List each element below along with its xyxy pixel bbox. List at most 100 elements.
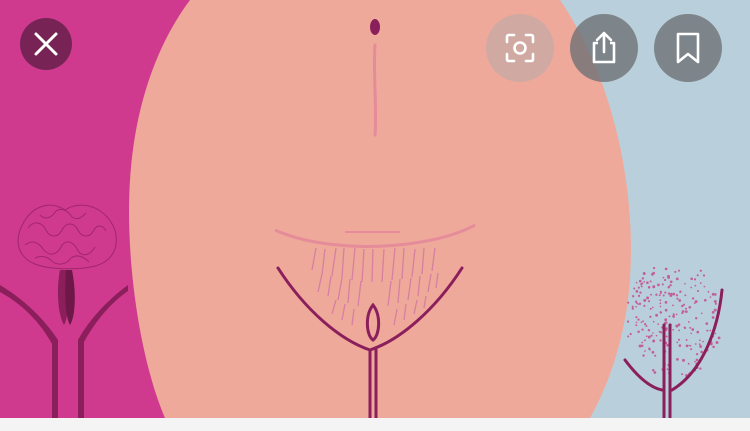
texture-dot bbox=[661, 283, 664, 286]
texture-dot bbox=[674, 270, 677, 273]
linea-line bbox=[372, 43, 378, 137]
texture-dot bbox=[715, 341, 719, 344]
texture-dot bbox=[646, 296, 650, 300]
texture-dot bbox=[626, 320, 630, 323]
texture-dot bbox=[664, 301, 668, 304]
texture-dot bbox=[669, 294, 673, 297]
texture-dot bbox=[644, 350, 646, 352]
texture-dot bbox=[696, 330, 700, 334]
texture-dot bbox=[635, 305, 638, 308]
texture-dot bbox=[649, 315, 652, 318]
texture-dot bbox=[690, 277, 694, 281]
texture-dot bbox=[714, 332, 717, 335]
texture-dot bbox=[675, 294, 679, 297]
texture-dot bbox=[643, 304, 646, 307]
close-button[interactable] bbox=[20, 18, 72, 70]
texture-dot bbox=[688, 344, 691, 347]
texture-dot bbox=[713, 299, 717, 303]
texture-dot bbox=[679, 290, 682, 293]
texture-dot bbox=[684, 294, 687, 297]
texture-dot bbox=[717, 336, 721, 340]
texture-dot bbox=[627, 335, 630, 338]
texture-dot bbox=[652, 266, 656, 270]
texture-dot bbox=[638, 302, 642, 305]
texture-dot bbox=[652, 320, 655, 323]
texture-dot bbox=[690, 286, 693, 289]
texture-dot bbox=[643, 339, 646, 342]
texture-dot bbox=[662, 276, 665, 279]
texture-dot bbox=[637, 286, 640, 289]
texture-dot bbox=[693, 302, 696, 305]
texture-dot bbox=[652, 285, 656, 289]
texture-dot bbox=[695, 317, 698, 320]
texture-dot bbox=[691, 297, 695, 300]
texture-dot bbox=[699, 367, 702, 370]
texture-dot bbox=[711, 316, 715, 319]
texture-dot bbox=[637, 318, 640, 321]
texture-dot bbox=[694, 284, 697, 287]
share-button[interactable] bbox=[570, 14, 638, 82]
texture-dot bbox=[699, 345, 703, 348]
bookmark-button[interactable] bbox=[654, 14, 722, 82]
texture-dot bbox=[664, 308, 668, 312]
texture-dot bbox=[677, 269, 681, 272]
texture-dot bbox=[659, 305, 662, 308]
texture-dot bbox=[689, 326, 692, 329]
texture-dot bbox=[637, 294, 641, 298]
texture-dot bbox=[707, 290, 710, 293]
texture-dot bbox=[672, 313, 675, 316]
texture-dot bbox=[695, 352, 699, 356]
texture-dot bbox=[650, 293, 653, 296]
texture-dot bbox=[659, 339, 662, 342]
bookmark-icon bbox=[676, 32, 700, 64]
texture-dot bbox=[635, 281, 638, 284]
texture-dot bbox=[666, 343, 669, 347]
texture-dot bbox=[642, 272, 646, 275]
share-icon bbox=[592, 31, 616, 64]
texture-dot bbox=[647, 335, 651, 339]
texture-dot bbox=[641, 282, 644, 285]
texture-dot bbox=[699, 282, 702, 284]
texture-dot bbox=[696, 289, 700, 293]
navel bbox=[370, 19, 380, 35]
texture-dot bbox=[678, 344, 682, 347]
texture-dot bbox=[684, 282, 686, 285]
texture-dot bbox=[647, 300, 651, 303]
texture-dot bbox=[669, 284, 672, 287]
texture-dot bbox=[687, 321, 690, 323]
texture-dot bbox=[666, 368, 669, 371]
center-torso bbox=[129, 0, 631, 418]
texture-dot bbox=[651, 350, 655, 354]
texture-dot bbox=[643, 298, 647, 302]
texture-dot bbox=[631, 305, 634, 308]
texture-dot bbox=[643, 280, 646, 283]
texture-dot bbox=[638, 279, 642, 283]
texture-dot bbox=[633, 287, 636, 290]
texture-dot bbox=[696, 274, 699, 277]
texture-dot bbox=[647, 286, 651, 289]
texture-dot bbox=[659, 311, 663, 314]
texture-dot bbox=[652, 271, 656, 275]
texture-dot bbox=[683, 326, 687, 330]
texture-dot bbox=[704, 298, 707, 302]
texture-dot bbox=[681, 304, 684, 308]
texture-dot bbox=[684, 310, 688, 313]
texture-dot bbox=[631, 307, 634, 310]
texture-dot bbox=[709, 296, 712, 298]
texture-dot bbox=[684, 307, 688, 310]
texture-dot bbox=[635, 302, 638, 304]
texture-dot bbox=[659, 302, 662, 305]
texture-dot bbox=[688, 305, 692, 309]
texture-dot bbox=[659, 299, 662, 302]
texture-dot bbox=[713, 293, 717, 296]
texture-dot bbox=[712, 345, 715, 349]
texture-dot bbox=[635, 316, 638, 319]
texture-dot bbox=[657, 283, 660, 287]
texture-dot bbox=[648, 347, 651, 350]
texture-dot bbox=[675, 277, 679, 281]
texture-dot bbox=[678, 338, 681, 341]
texture-dot bbox=[649, 307, 652, 310]
close-icon bbox=[34, 32, 58, 56]
texture-dot bbox=[641, 328, 644, 331]
visual-search-button[interactable] bbox=[486, 14, 554, 82]
